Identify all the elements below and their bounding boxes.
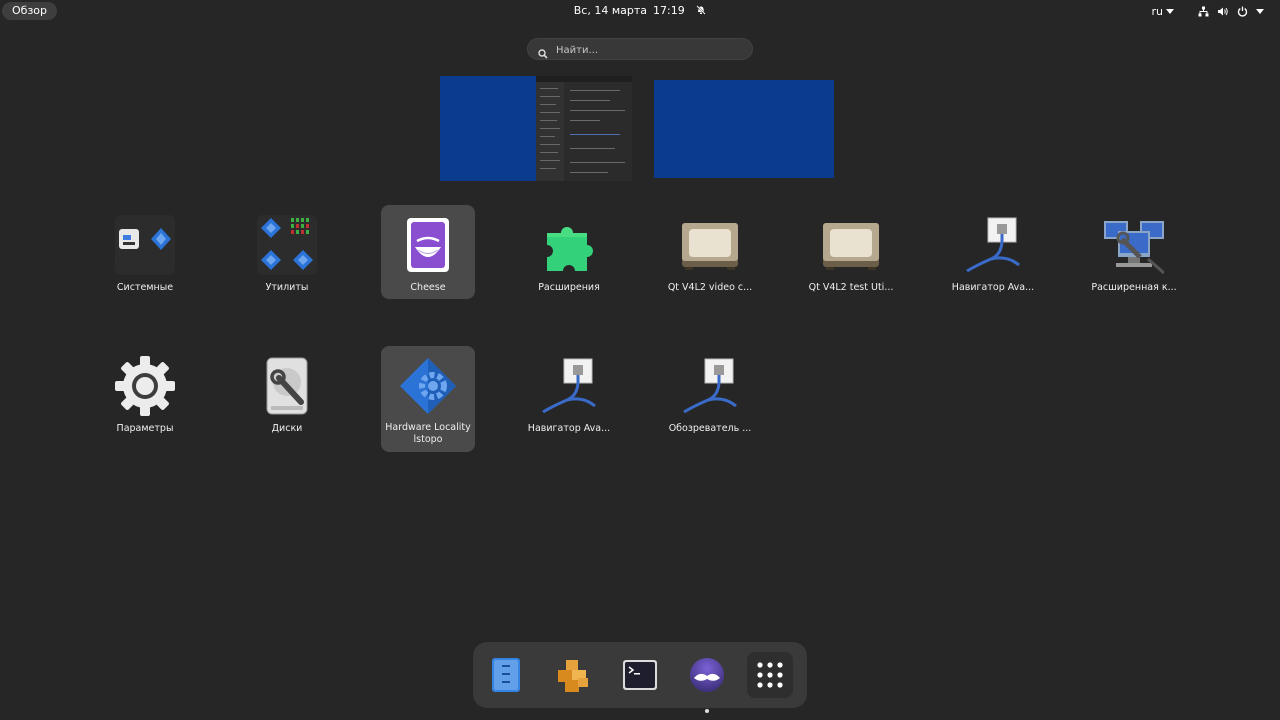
window-line: [540, 88, 558, 89]
search-icon: [538, 44, 548, 63]
window-line: [570, 172, 608, 173]
dash: [473, 642, 807, 713]
window-line: [540, 136, 555, 137]
workspace-thumbnail-1[interactable]: [440, 76, 632, 181]
app-label: Диски: [271, 423, 303, 434]
folder-system-icon: [115, 215, 175, 275]
window-thumbnail[interactable]: [536, 76, 632, 181]
activities-button[interactable]: Обзор: [2, 2, 58, 20]
app-label: Qt V4L2 video c...: [667, 282, 753, 293]
extensions-puzzle-icon: [539, 215, 599, 275]
app-folder-utilities[interactable]: Утилиты: [240, 205, 334, 299]
app-label: Qt V4L2 test Uti...: [808, 282, 894, 293]
window-line: [540, 144, 560, 145]
dock-item-tor-browser[interactable]: [684, 652, 730, 713]
app-label: Навигатор Ava...: [951, 282, 1035, 293]
window-line: [570, 162, 625, 163]
chevron-down-icon: [1166, 8, 1174, 14]
window-line: [540, 96, 560, 97]
software-packages-icon: [558, 660, 588, 692]
keyboard-layout[interactable]: ru: [1152, 5, 1174, 18]
app-label: Обозреватель ...: [668, 423, 752, 434]
disks-icon: [257, 356, 317, 416]
window-line: [540, 160, 560, 161]
folder-utilities-icon: [257, 215, 317, 275]
window-line: [570, 100, 610, 101]
avahi-browser-icon: [680, 356, 740, 416]
window-line: [570, 110, 625, 111]
chevron-down-icon: [1256, 8, 1264, 14]
hwloc-icon: [398, 356, 458, 416]
search-input[interactable]: [554, 41, 748, 59]
app-folder-system[interactable]: Системные: [98, 205, 192, 299]
dock-item-software[interactable]: [550, 652, 596, 698]
avahi-navigator-icon: [539, 356, 599, 416]
window-line: [540, 104, 556, 105]
app-label: Системные: [116, 282, 174, 293]
avahi-navigator-icon: [963, 215, 1023, 275]
app-label: Навигатор Ava...: [527, 423, 611, 434]
clock-time[interactable]: 17:19: [653, 4, 685, 17]
power-icon: [1237, 6, 1248, 17]
window-line: [540, 120, 557, 121]
app-label: Расширенная к...: [1091, 282, 1177, 293]
window-line: [570, 148, 615, 149]
window-line: [540, 152, 558, 153]
qt-v4l2-video-icon: [680, 215, 740, 275]
app-label: Утилиты: [265, 282, 309, 293]
window-line: [570, 90, 620, 91]
system-menu[interactable]: ru: [1152, 0, 1264, 22]
network-config-icon: [1104, 215, 1165, 275]
cheese-icon: [398, 215, 458, 275]
window-line: [540, 112, 560, 113]
settings-gear-icon: [115, 356, 175, 416]
qt-v4l2-test-icon: [821, 215, 881, 275]
app-network-config[interactable]: Расширенная к...: [1087, 205, 1181, 299]
window-line: [570, 134, 620, 135]
app-extensions[interactable]: Расширения: [522, 205, 616, 299]
search-entry[interactable]: [527, 38, 753, 60]
terminal-icon: [623, 660, 657, 690]
dock-item-terminal[interactable]: [617, 652, 663, 698]
app-qt-v4l2-video[interactable]: Qt V4L2 video c...: [663, 205, 757, 299]
app-settings[interactable]: Параметры: [98, 346, 192, 440]
app-label: Hardware Locality lstopo: [385, 422, 471, 445]
window-line: [540, 168, 556, 169]
show-apps-grid-icon: [757, 662, 783, 688]
files-icon: [492, 658, 520, 692]
dock-item-files[interactable]: [483, 652, 529, 698]
app-label: Расширения: [538, 282, 600, 293]
notifications-off-icon[interactable]: [693, 4, 707, 17]
show-apps-button[interactable]: [747, 652, 793, 698]
app-label: Cheese: [410, 282, 446, 293]
clock: Вс, 14 марта 17:19: [0, 0, 1280, 22]
app-avahi-browser[interactable]: Обозреватель ...: [663, 346, 757, 440]
window-line: [540, 128, 560, 129]
window-line: [570, 120, 600, 121]
app-label: Параметры: [116, 423, 174, 434]
volume-icon: [1217, 6, 1229, 17]
app-avahi-navigator-2[interactable]: Навигатор Ava...: [522, 346, 616, 440]
app-disks[interactable]: Диски: [240, 346, 334, 440]
app-cheese[interactable]: Cheese: [381, 205, 475, 299]
top-bar: Обзор Вс, 14 марта 17:19 ru: [0, 0, 1280, 22]
app-avahi-navigator-1[interactable]: Навигатор Ava...: [946, 205, 1040, 299]
clock-date[interactable]: Вс, 14 марта: [574, 4, 647, 17]
workspace-thumbnail-2[interactable]: [654, 80, 834, 178]
app-hwloc-lstopo[interactable]: Hardware Locality lstopo: [381, 346, 475, 452]
network-icon: [1198, 6, 1209, 17]
tor-browser-icon: [690, 658, 724, 692]
running-indicator: [705, 709, 709, 713]
app-qt-v4l2-test[interactable]: Qt V4L2 test Uti...: [804, 205, 898, 299]
